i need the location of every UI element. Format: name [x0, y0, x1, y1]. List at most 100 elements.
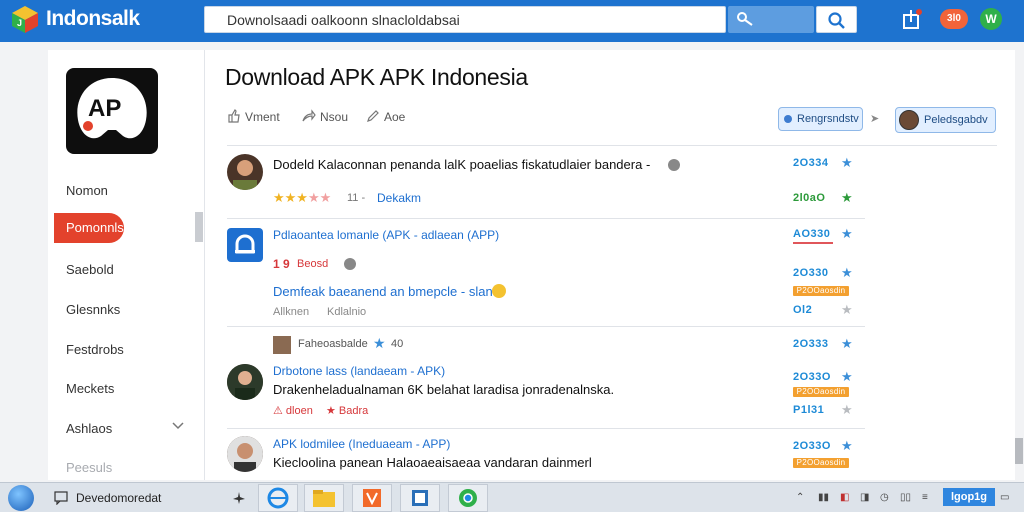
sidebar-item-2[interactable]: Saebold [66, 262, 114, 277]
item-tag-1[interactable]: ⚠ dloen [273, 404, 313, 417]
taskbar-folder[interactable] [304, 484, 344, 512]
item-author: Allknen [273, 306, 310, 318]
chevron-right-icon[interactable]: ➤ [870, 112, 879, 125]
taskbar-chrome[interactable] [448, 484, 488, 512]
sidebar-item-3[interactable]: Glesnnks [66, 302, 120, 317]
user-dropdown[interactable]: Peledsgabdv [895, 107, 996, 133]
taskbar-app-store[interactable] [400, 484, 440, 512]
stat-value: 2O334 [793, 157, 829, 169]
app-logo[interactable]: AP [66, 68, 158, 154]
search-button[interactable] [816, 6, 857, 33]
cube-logo-icon[interactable]: J [10, 4, 40, 34]
globe-icon [668, 159, 680, 171]
stat-value: Ol2 [793, 304, 813, 316]
rating-stars: ★★★★★ [273, 190, 332, 205]
chat-icon [54, 491, 68, 505]
taskbar-search[interactable]: Devedomoredat [48, 487, 178, 509]
star-icon[interactable]: ★ [841, 402, 853, 418]
clock-icon[interactable]: ◷ [880, 492, 889, 503]
item-title[interactable]: Demfeak baeanend an bmepcle - slan [273, 284, 493, 299]
lang-icon[interactable]: ≡ [922, 492, 928, 503]
status-badge: P2OOaosdin [793, 387, 849, 397]
star-icon[interactable]: ★ [841, 336, 853, 352]
battery-icon[interactable]: ▯▯ [900, 492, 911, 503]
action-edit[interactable]: Aoe [367, 110, 405, 124]
sidebar: AP Nomon Pomonnls Saebold Glesnnks Festd… [48, 50, 205, 480]
notification-badge[interactable]: 3l0 [940, 9, 968, 29]
star-icon[interactable]: ★ [841, 190, 853, 206]
sidebar-item-0[interactable]: Nomon [66, 183, 108, 198]
stat-value: 2O333 [793, 338, 829, 350]
item-size-label: Beosd [297, 258, 329, 270]
start-button[interactable] [8, 485, 34, 511]
sort-label: Rengrsndstv [797, 113, 859, 125]
user-label: Peledsgabdv [924, 114, 988, 126]
chevron-down-icon[interactable] [172, 422, 184, 430]
sidebar-item-5[interactable]: Meckets [66, 381, 114, 396]
star-icon[interactable]: ★ [841, 226, 853, 242]
status-badge: P2OOaosdin [793, 286, 849, 296]
taskbar-search-text: Devedomoredat [76, 491, 162, 505]
rating-count: 11 - [347, 192, 366, 204]
chevron-up-icon[interactable]: ⌃ [796, 492, 804, 503]
star-icon[interactable]: ★ [841, 265, 853, 281]
star-icon[interactable]: ★ [841, 155, 853, 171]
pencil-icon [367, 110, 379, 122]
star-icon[interactable]: ★ [841, 369, 853, 385]
sidebar-item-1[interactable]: Pomonnls [54, 213, 124, 243]
star-icon: ★ [373, 335, 386, 351]
item-description: Kiecloolina panean Halaoaeaisaeaa vandar… [273, 455, 592, 470]
item-title[interactable]: APK lodmilee (Ineduaeam - APP) [273, 437, 450, 451]
item-author-secondary: Kdlalnio [327, 306, 367, 318]
browser-icon [267, 487, 289, 509]
action-like[interactable]: Vment [228, 109, 280, 124]
item-avatar[interactable] [227, 154, 263, 190]
item-avatar[interactable] [227, 436, 263, 472]
star-icon[interactable]: ★ [841, 438, 853, 454]
item-tag[interactable]: Dekakm [377, 191, 421, 205]
search-input[interactable] [204, 6, 726, 33]
divider [227, 218, 865, 219]
action-share[interactable]: Nsou [302, 109, 348, 124]
share-icon[interactable] [901, 8, 923, 30]
svg-text:AP: AP [88, 95, 121, 122]
item-title[interactable]: Dodeld Kalaconnan penanda lalK poaelias … [273, 157, 650, 172]
item-tag-1-label: dloen [285, 405, 313, 417]
page-scrollbar[interactable] [1015, 438, 1023, 464]
item-tag-2[interactable]: ★ Badra [326, 404, 368, 417]
item-thumbnail[interactable] [273, 336, 291, 354]
item-tag-2-label: Badra [338, 405, 369, 417]
stat-value: AO330 [793, 228, 831, 240]
plane-icon[interactable] [232, 491, 246, 505]
item-title[interactable]: Pdlaoantea lomanle (APK - adlaean (APP) [273, 228, 499, 242]
sort-dropdown[interactable]: Rengrsndstv [778, 107, 863, 131]
taskbar-app-orange[interactable] [352, 484, 392, 512]
search-key-button[interactable] [728, 6, 814, 33]
action-like-label: Vment [245, 110, 280, 124]
item-title[interactable]: Drbotone lass (landaeam - APK) [273, 364, 445, 378]
search-icon [828, 12, 845, 29]
sidebar-item-7[interactable]: Peesuls [66, 460, 112, 475]
item-app-icon[interactable] [227, 228, 263, 262]
star-icon[interactable]: ★ [841, 302, 853, 318]
folder-icon [313, 490, 335, 507]
taskbar: Devedomoredat ⌃ ▮▮ ◧ ◨ ◷ ▯▯ ≡ lgop1g ▭ [0, 482, 1024, 512]
sound-icon[interactable]: ◨ [860, 492, 869, 503]
globe-icon [344, 258, 356, 270]
sidebar-item-6[interactable]: Ashlaos [66, 421, 112, 436]
taskbar-ie[interactable] [258, 484, 298, 512]
main-panel: Download APK APK Indonesia Vment Nsou Ao… [205, 50, 1015, 480]
logo-text[interactable]: Indonsalk [46, 7, 140, 31]
sidebar-scrollbar[interactable] [195, 212, 203, 242]
sidebar-item-4[interactable]: Festdrobs [66, 342, 124, 357]
shield-icon[interactable]: ◧ [840, 492, 849, 503]
store-icon [412, 490, 428, 506]
item-avatar[interactable] [227, 364, 263, 400]
green-app-icon[interactable]: W [980, 8, 1002, 30]
network-icon[interactable]: ▮▮ [818, 492, 829, 503]
item-title[interactable]: Faheoasbalde [298, 338, 368, 350]
sort-dot-icon [784, 115, 792, 123]
divider [227, 326, 865, 327]
notifications-icon[interactable]: ▭ [1000, 492, 1009, 503]
taskbar-clock[interactable]: lgop1g [943, 488, 995, 506]
